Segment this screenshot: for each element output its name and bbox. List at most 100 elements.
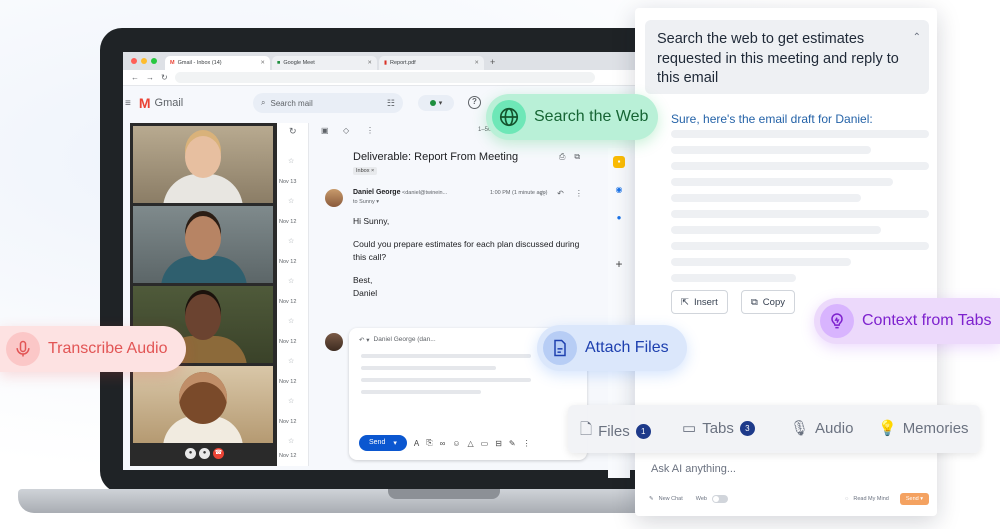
- user-avatar[interactable]: [325, 333, 343, 351]
- new-chat-button[interactable]: New Chat: [659, 496, 683, 502]
- mail-list: ↻ ☆ Nov 13 ☆ Nov 12 ☆ Nov 12 ☆ Nov 12 ☆ …: [277, 123, 309, 466]
- status-chip[interactable]: ▾: [418, 95, 454, 111]
- gmail-icon: M: [170, 60, 175, 66]
- open-new-window-icon[interactable]: ⧉: [574, 152, 580, 162]
- files-chip[interactable]: 🗋 Files 1: [580, 419, 651, 444]
- inbox-label-badge[interactable]: Inbox ×: [353, 167, 378, 175]
- context-chips-bar: 🗋 Files 1 ▭ Tabs 3 🎙 Audio 💡 Memories: [568, 405, 980, 453]
- maximize-window-button[interactable]: [151, 58, 157, 64]
- recipient-line[interactable]: to Sunny ▾: [353, 199, 379, 205]
- chevron-up-icon[interactable]: ⌃: [913, 28, 921, 48]
- copy-icon: ⧉: [751, 296, 758, 308]
- minimize-window-button[interactable]: [141, 58, 147, 64]
- search-web-pill: Search the Web: [486, 94, 658, 140]
- web-search-toggle[interactable]: [711, 495, 728, 503]
- tab-report[interactable]: ▮ Report.pdf ✕: [379, 56, 484, 70]
- tab-gmail[interactable]: M Gmail - Inbox (14) ✕: [165, 56, 270, 70]
- insert-button[interactable]: ⇱ Insert: [671, 290, 728, 314]
- menu-icon[interactable]: ≡: [125, 98, 131, 109]
- lightbulb-icon: ◌: [845, 496, 849, 502]
- photo-icon[interactable]: ▭: [481, 439, 489, 448]
- draft-line: [671, 274, 796, 282]
- star-icon[interactable]: ☆: [288, 237, 294, 245]
- meet-icon: ■: [277, 60, 281, 66]
- close-tab-icon[interactable]: ✕: [260, 60, 265, 66]
- archive-icon[interactable]: ▣: [321, 126, 329, 135]
- mail-date: Nov 12: [279, 339, 297, 345]
- add-icon[interactable]: +: [613, 258, 625, 270]
- end-call-icon[interactable]: ☎: [213, 448, 224, 459]
- star-icon[interactable]: ☆: [288, 397, 294, 405]
- microphone-icon[interactable]: ●: [185, 448, 196, 459]
- help-icon[interactable]: ?: [468, 96, 481, 109]
- link-icon[interactable]: ∞: [440, 439, 446, 448]
- tabs-chip[interactable]: ▭ Tabs 3: [682, 419, 755, 437]
- search-mail-input[interactable]: ⌕ Search mail ☷: [253, 93, 403, 113]
- pdf-icon: ▮: [384, 60, 388, 66]
- sender-avatar[interactable]: [325, 189, 343, 207]
- close-window-button[interactable]: [131, 58, 137, 64]
- participant-tile[interactable]: [133, 126, 273, 203]
- star-icon[interactable]: ☆: [288, 357, 294, 365]
- tab-meet[interactable]: ■ Google Meet ✕: [272, 56, 377, 70]
- composer-toolbar: Send ▾ A ⎘ ∞ ☺ △ ▭ ⊟ ✎ ⋮: [359, 435, 531, 451]
- attach-icon[interactable]: ⎘: [426, 438, 432, 448]
- model-selector[interactable]: Read My Mind: [853, 496, 888, 502]
- send-button[interactable]: Send ▾: [359, 435, 407, 451]
- reload-icon[interactable]: ↻: [161, 73, 168, 82]
- back-icon[interactable]: ←: [131, 73, 139, 82]
- keep-icon[interactable]: ▪: [613, 156, 625, 168]
- ask-ai-input[interactable]: Ask AI anything...: [651, 463, 736, 475]
- format-text-icon[interactable]: A: [414, 439, 419, 448]
- camera-icon[interactable]: ●: [199, 448, 210, 459]
- address-bar: ← → ↻: [123, 70, 643, 86]
- forward-icon[interactable]: →: [146, 73, 154, 82]
- star-icon[interactable]: ☆: [288, 437, 294, 445]
- pen-icon[interactable]: ✎: [509, 439, 516, 448]
- more-vert-icon[interactable]: ⋮: [575, 189, 583, 198]
- ask-ai-composer[interactable]: Ask AI anything... ✎ New Chat Web ◌ Read…: [641, 450, 931, 506]
- star-icon[interactable]: ☆: [288, 197, 294, 205]
- context-from-tabs-pill: Context from Tabs: [814, 298, 1000, 344]
- url-field[interactable]: [174, 72, 595, 83]
- send-button[interactable]: Send ▾: [899, 493, 929, 505]
- copy-button[interactable]: ⧉ Copy: [741, 290, 795, 314]
- participant-tile[interactable]: [133, 206, 273, 283]
- email-message: Could you prepare estimates for each pla…: [353, 239, 580, 262]
- more-vert-icon[interactable]: ⋮: [366, 126, 374, 135]
- print-icon[interactable]: ⎙: [559, 152, 565, 162]
- reply-icon[interactable]: ↶ ▾: [359, 336, 370, 344]
- lock-icon[interactable]: ⊟: [495, 439, 502, 448]
- video-call-grid: ● ● ☎: [130, 123, 277, 466]
- new-tab-icon[interactable]: +: [486, 57, 501, 70]
- emoji-icon[interactable]: ☺: [452, 439, 460, 448]
- memories-chip[interactable]: 💡 Memories: [878, 419, 969, 438]
- gmail-logo[interactable]: M Gmail: [139, 95, 183, 111]
- window-controls: [123, 58, 165, 70]
- tasks-icon[interactable]: ◉: [613, 184, 625, 196]
- email-subject: Deliverable: Report From Meeting: [353, 151, 519, 163]
- tab-label: Gmail - Inbox (14): [177, 60, 222, 66]
- star-icon[interactable]: ☆: [288, 317, 294, 325]
- reply-icon[interactable]: ↶: [557, 189, 564, 198]
- audio-chip[interactable]: 🎙 Audio: [790, 419, 853, 438]
- search-options-icon[interactable]: ☷: [387, 98, 395, 109]
- web-label: Web: [695, 496, 707, 502]
- label-icon[interactable]: ◇: [343, 126, 349, 135]
- more-vert-icon[interactable]: ⋮: [523, 439, 531, 448]
- files-count-badge: 1: [635, 424, 651, 439]
- new-chat-icon[interactable]: ✎: [649, 496, 654, 502]
- star-icon[interactable]: ☆: [539, 189, 546, 198]
- refresh-icon[interactable]: ↻: [289, 126, 297, 137]
- email-greeting: Hi Sunny,: [353, 216, 390, 226]
- close-tab-icon[interactable]: ✕: [367, 60, 372, 66]
- email-signature: Daniel: [353, 288, 378, 298]
- close-tab-icon[interactable]: ✕: [474, 60, 479, 66]
- call-controls: ● ● ☎: [185, 448, 224, 459]
- contacts-icon[interactable]: ●: [613, 212, 625, 224]
- star-icon[interactable]: ☆: [288, 157, 294, 165]
- star-icon[interactable]: ☆: [288, 277, 294, 285]
- draft-line: [671, 210, 929, 218]
- participant-tile[interactable]: [133, 366, 273, 443]
- drive-icon[interactable]: △: [468, 439, 474, 448]
